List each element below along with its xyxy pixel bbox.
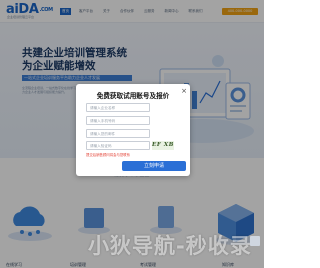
watermark-text: 小狄导航-秒收录: [88, 234, 252, 258]
scroll-top-button[interactable]: [250, 236, 260, 246]
dialog-title: 免费获取试用账号及报价: [96, 92, 170, 100]
captcha-input[interactable]: [86, 141, 150, 150]
apply-now-button[interactable]: 立刻申请: [122, 161, 186, 171]
contact-notice: 提交后销售顾问将会与您联系: [86, 153, 131, 157]
trial-request-dialog: 免费获取试用账号及报价 × EF XB 提交后销售顾问将会与您联系 立刻申请: [76, 84, 190, 176]
phone-number-input[interactable]: [86, 116, 150, 125]
captcha-image[interactable]: EF XB: [152, 141, 174, 150]
email-input[interactable]: [86, 129, 150, 138]
close-icon[interactable]: ×: [180, 87, 188, 95]
company-name-input[interactable]: [86, 103, 150, 112]
